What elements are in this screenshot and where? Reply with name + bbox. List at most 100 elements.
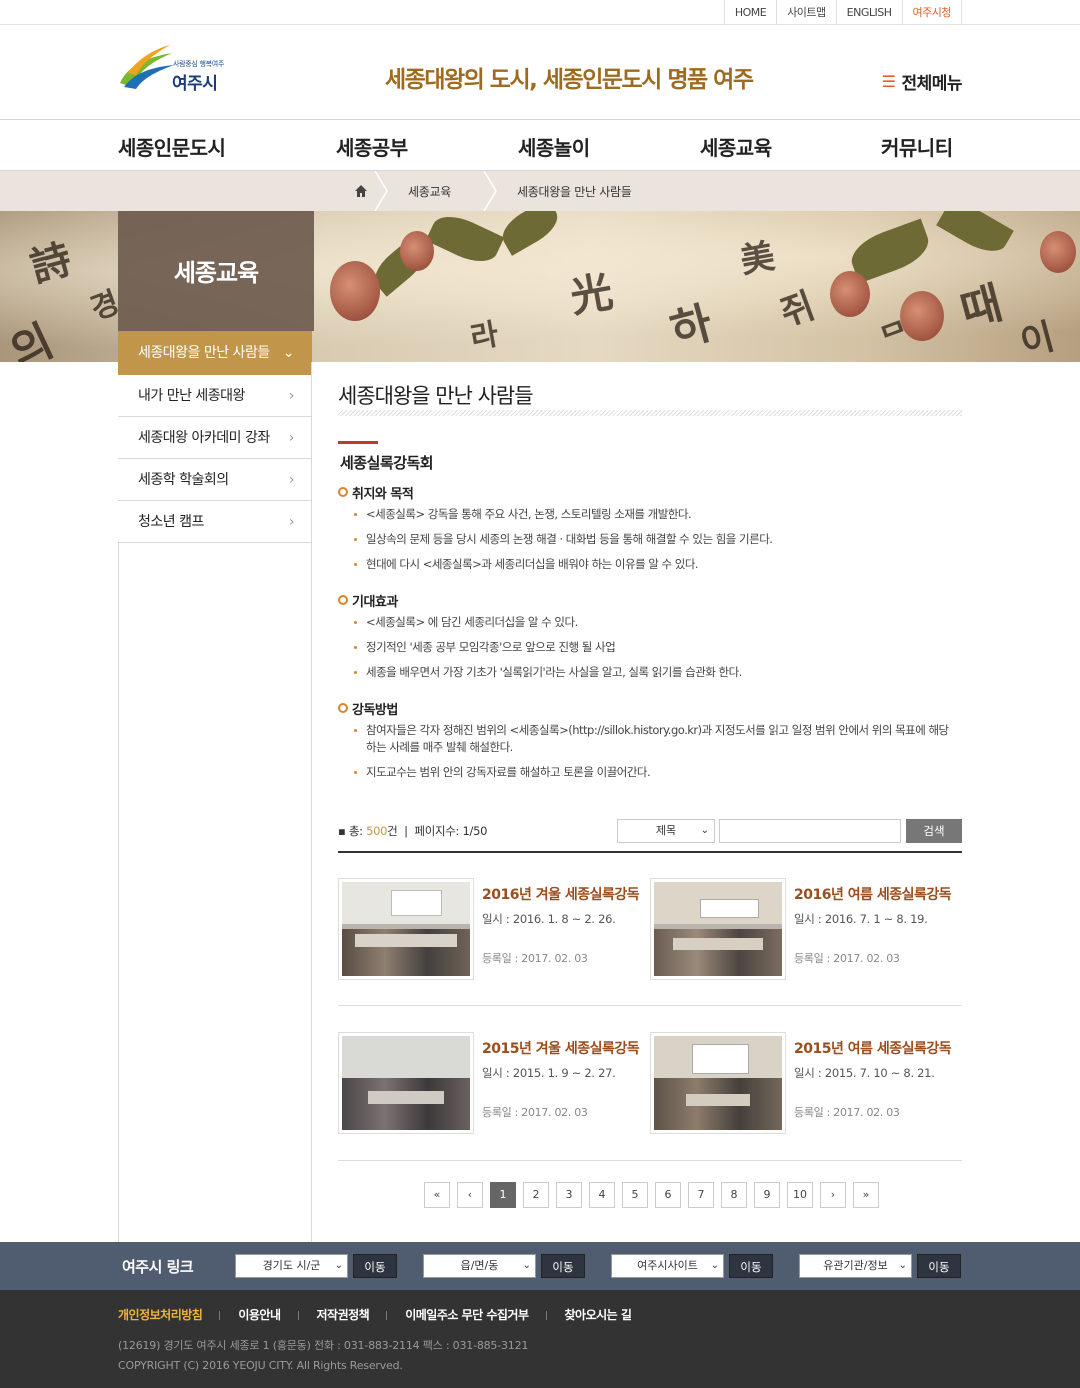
breadcrumb-current: 세종대왕을 만난 사람들 bbox=[517, 185, 632, 199]
post-card[interactable]: 2015년 겨울 세종실록강독 일시 : 2015. 1. 9 ~ 2. 27.… bbox=[338, 1032, 650, 1136]
go-button[interactable]: 이동 bbox=[917, 1254, 961, 1278]
list-item: <세종실록> 강독을 통해 주요 사건, 논쟁, 스토리텔링 소재를 개발한다. bbox=[354, 506, 958, 523]
go-button[interactable]: 이동 bbox=[353, 1254, 397, 1278]
header: 사람중심 행복여주 여주시 세종대왕의 도시, 세종인문도시 명품 여주 ☰ 전… bbox=[0, 25, 1080, 119]
page-button[interactable]: 10 bbox=[787, 1182, 813, 1208]
list-item: 현대에 다시 <세종실록>과 세종리더십을 배워야 하는 이유를 알 수 있다. bbox=[354, 556, 958, 573]
prev-page-button[interactable]: ‹ bbox=[457, 1182, 483, 1208]
footer-link-privacy[interactable]: 개인정보처리방침 bbox=[118, 1306, 221, 1323]
gnb-item-education[interactable]: 세종교육 bbox=[700, 132, 772, 161]
footer-copyright: COPYRIGHT (C) 2016 YEOJU CITY. All Right… bbox=[118, 1359, 403, 1372]
subsection-title: 취지와 목적 bbox=[338, 483, 414, 502]
util-cityhall-link[interactable]: 여주시청 bbox=[903, 0, 962, 25]
util-sitemap-link[interactable]: 사이트맵 bbox=[777, 0, 837, 25]
footer-link-guide[interactable]: 이용안내 bbox=[238, 1306, 299, 1323]
post-thumbnail[interactable] bbox=[338, 878, 474, 980]
main-navigation: 세종인문도시 세종공부 세종놀이 세종교육 커뮤니티 bbox=[0, 119, 1080, 171]
utility-bar: HOME 사이트맵 ENGLISH 여주시청 bbox=[0, 0, 1080, 25]
last-page-button[interactable]: » bbox=[853, 1182, 879, 1208]
page-button[interactable]: 8 bbox=[721, 1182, 747, 1208]
post-registered: 등록일 : 2017. 02. 03 bbox=[482, 1106, 588, 1119]
lnb-item-label: 청소년 캠프 bbox=[138, 514, 204, 530]
logo-slogan: 사람중심 행복여주 bbox=[173, 60, 225, 68]
search-button[interactable]: 검색 bbox=[906, 819, 962, 843]
footer-address: (12619) 경기도 여주시 세종로 1 (홍문동) 전화 : 031-883… bbox=[118, 1339, 529, 1352]
linkbar-title: 여주시 링크 bbox=[122, 1258, 194, 1276]
util-home-link[interactable]: HOME bbox=[725, 0, 778, 25]
logo[interactable]: 사람중심 행복여주 여주시 bbox=[118, 43, 238, 94]
list-item: 지도교수는 범위 안의 강독자료를 해설하고 토론을 이끌어간다. bbox=[354, 764, 958, 781]
post-card[interactable]: 2015년 여름 세종실록강독 일시 : 2015. 7. 10 ~ 8. 21… bbox=[650, 1032, 962, 1136]
footer: 개인정보처리방침 이용안내 저작권정책 이메일주소 무단 수집거부 찾아오시는 … bbox=[0, 1290, 1080, 1388]
search-input[interactable] bbox=[719, 819, 901, 843]
lnb-item-active[interactable]: 세종대왕을 만난 사람들 ⌄ bbox=[118, 331, 312, 375]
header-tagline: 세종대왕의 도시, 세종인문도시 명품 여주 bbox=[385, 67, 754, 93]
section-accent-bar bbox=[338, 441, 378, 444]
all-menu-button[interactable]: ☰ 전체메뉴 bbox=[882, 69, 963, 94]
footer-link-email-refusal[interactable]: 이메일주소 무단 수집거부 bbox=[405, 1306, 547, 1323]
lnb-item[interactable]: 내가 만난 세종대왕 › bbox=[118, 375, 312, 417]
list-item: 일상속의 문제 등을 당시 세종의 논쟁 해결 · 대화법 등을 통해 해결할 … bbox=[354, 531, 958, 548]
related-orgs-select[interactable]: 유관기관/정보 ⌄ bbox=[799, 1254, 912, 1278]
post-thumbnail[interactable] bbox=[650, 1032, 786, 1134]
lnb-item-label: 세종대왕을 만난 사람들 bbox=[138, 345, 270, 361]
photo-image bbox=[654, 1036, 782, 1130]
util-english-link[interactable]: ENGLISH bbox=[837, 0, 903, 25]
subsection-list: 참여자들은 각자 정해진 범위의 <세종실록>(http://sillok.hi… bbox=[354, 722, 958, 789]
post-title[interactable]: 2015년 여름 세종실록강독 bbox=[794, 1038, 952, 1058]
post-card[interactable]: 2016년 여름 세종실록강독 일시 : 2016. 7. 1 ~ 8. 19.… bbox=[650, 878, 962, 982]
province-city-select[interactable]: 경기도 시/군 ⌄ bbox=[235, 1254, 348, 1278]
board-count: ▪ 총: 500건 | 페이지수: 1/50 bbox=[338, 824, 488, 838]
lnb-item[interactable]: 세종학 학술회의 › bbox=[118, 459, 312, 501]
post-title[interactable]: 2016년 겨울 세종실록강독 bbox=[482, 884, 640, 904]
chevron-right-icon: › bbox=[288, 430, 295, 446]
town-select[interactable]: 읍/면/동 ⌄ bbox=[423, 1254, 536, 1278]
chevron-down-icon: ⌄ bbox=[522, 1260, 531, 1271]
footer-link-copyright[interactable]: 저작권정책 bbox=[317, 1306, 388, 1323]
post-thumbnail[interactable] bbox=[650, 878, 786, 980]
page-button[interactable]: 2 bbox=[523, 1182, 549, 1208]
footer-link-directions[interactable]: 찾아오시는 길 bbox=[565, 1306, 650, 1323]
search-field-select[interactable]: 제목 ⌄ bbox=[617, 819, 715, 843]
pagination: « ‹ 1 2 3 4 5 6 7 8 9 10 › » bbox=[424, 1182, 879, 1208]
page-button[interactable]: 5 bbox=[622, 1182, 648, 1208]
page-button[interactable]: 9 bbox=[754, 1182, 780, 1208]
page-button-current[interactable]: 1 bbox=[490, 1182, 516, 1208]
chevron-down-icon: ⌄ bbox=[700, 825, 709, 836]
select-value: 경기도 시/군 bbox=[262, 1259, 321, 1272]
home-icon[interactable] bbox=[354, 184, 368, 198]
post-thumbnail[interactable] bbox=[338, 1032, 474, 1134]
total-unit: 건 bbox=[387, 824, 398, 838]
go-button[interactable]: 이동 bbox=[729, 1254, 773, 1278]
board-top-line bbox=[338, 851, 962, 853]
subsection-list: <세종실록> 에 담긴 세종리더십을 알 수 있다. 정기적인 '세종 공부 모… bbox=[354, 614, 958, 689]
lnb-item-label: 세종대왕 아카데미 강좌 bbox=[138, 430, 270, 446]
gnb-item-play[interactable]: 세종놀이 bbox=[518, 132, 590, 161]
first-page-button[interactable]: « bbox=[424, 1182, 450, 1208]
photo-image bbox=[654, 882, 782, 976]
select-value: 읍/면/동 bbox=[460, 1259, 499, 1272]
page-button[interactable]: 6 bbox=[655, 1182, 681, 1208]
chevron-down-icon: ⌄ bbox=[898, 1260, 907, 1271]
list-item: 정기적인 '세종 공부 모임각종'으로 앞으로 진행 될 사업 bbox=[354, 639, 958, 656]
chevron-right-icon: › bbox=[288, 388, 295, 404]
breadcrumb-level1[interactable]: 세종교육 bbox=[408, 183, 451, 200]
chevron-down-icon: ⌄ bbox=[710, 1260, 719, 1271]
page-button[interactable]: 7 bbox=[688, 1182, 714, 1208]
gnb-item-study[interactable]: 세종공부 bbox=[336, 132, 408, 161]
page-button[interactable]: 4 bbox=[589, 1182, 615, 1208]
gnb-item-community[interactable]: 커뮤니티 bbox=[881, 132, 953, 161]
post-card[interactable]: 2016년 겨울 세종실록강독 일시 : 2016. 1. 8 ~ 2. 26.… bbox=[338, 878, 650, 982]
lnb-item[interactable]: 청소년 캠프 › bbox=[118, 501, 312, 543]
list-item: <세종실록> 에 담긴 세종리더십을 알 수 있다. bbox=[354, 614, 958, 631]
yeoju-sites-select[interactable]: 여주시사이트 ⌄ bbox=[611, 1254, 724, 1278]
post-title[interactable]: 2016년 여름 세종실록강독 bbox=[794, 884, 952, 904]
page-button[interactable]: 3 bbox=[556, 1182, 582, 1208]
gnb-item-sejong-city[interactable]: 세종인문도시 bbox=[118, 132, 226, 161]
post-title[interactable]: 2015년 겨울 세종실록강독 bbox=[482, 1038, 640, 1058]
next-page-button[interactable]: › bbox=[820, 1182, 846, 1208]
total-value: 500 bbox=[366, 824, 388, 838]
lnb-item[interactable]: 세종대왕 아카데미 강좌 › bbox=[118, 417, 312, 459]
post-registered: 등록일 : 2017. 02. 03 bbox=[482, 952, 588, 965]
go-button[interactable]: 이동 bbox=[541, 1254, 585, 1278]
